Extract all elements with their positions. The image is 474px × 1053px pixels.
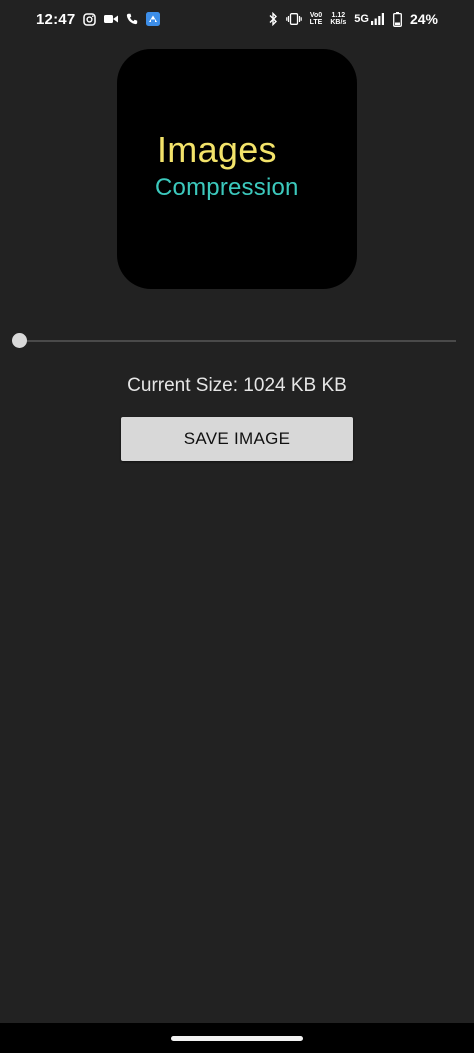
volte-line1: Vo0	[309, 12, 323, 19]
speed-unit: KB/s	[330, 19, 347, 26]
app-notification-icon	[146, 11, 161, 27]
status-bar-right: Vo0 LTE 1.12 KB/s 5G 24%	[268, 11, 438, 27]
status-bar: 12:47 Vo0 LTE 1.12 KB/s 5G 24%	[0, 0, 474, 38]
screen: 12:47 Vo0 LTE 1.12 KB/s 5G 24% Images Co…	[0, 0, 474, 1053]
phone-icon	[126, 11, 138, 27]
volte-line2: LTE	[309, 19, 323, 26]
save-image-button[interactable]: SAVE IMAGE	[121, 417, 353, 461]
volte-indicator: Vo0 LTE	[310, 12, 323, 26]
battery-icon	[393, 11, 402, 27]
slider-track[interactable]	[20, 340, 456, 342]
network-type: 5G	[354, 13, 369, 25]
bluetooth-icon	[268, 11, 278, 27]
network-indicator: 5G	[354, 11, 385, 27]
current-size-label: Current Size: 1024 KB KB	[127, 375, 347, 396]
app-logo: Images Compression	[117, 49, 357, 289]
network-speed: 1.12 KB/s	[330, 12, 346, 26]
logo-title: Images	[157, 129, 277, 170]
status-time: 12:47	[36, 10, 76, 28]
instagram-icon	[83, 11, 97, 27]
status-bar-left: 12:47	[36, 10, 161, 28]
battery-percent: 24%	[409, 11, 438, 27]
vibrate-icon	[285, 11, 302, 27]
navigation-bar	[0, 1023, 474, 1053]
logo-subtitle: Compression	[155, 174, 299, 201]
slider-thumb[interactable]	[12, 333, 27, 348]
home-gesture-handle[interactable]	[171, 1036, 303, 1041]
compression-slider[interactable]	[12, 330, 456, 352]
speed-value: 1.12	[331, 12, 346, 19]
video-icon	[104, 11, 119, 27]
signal-icon	[370, 11, 385, 27]
